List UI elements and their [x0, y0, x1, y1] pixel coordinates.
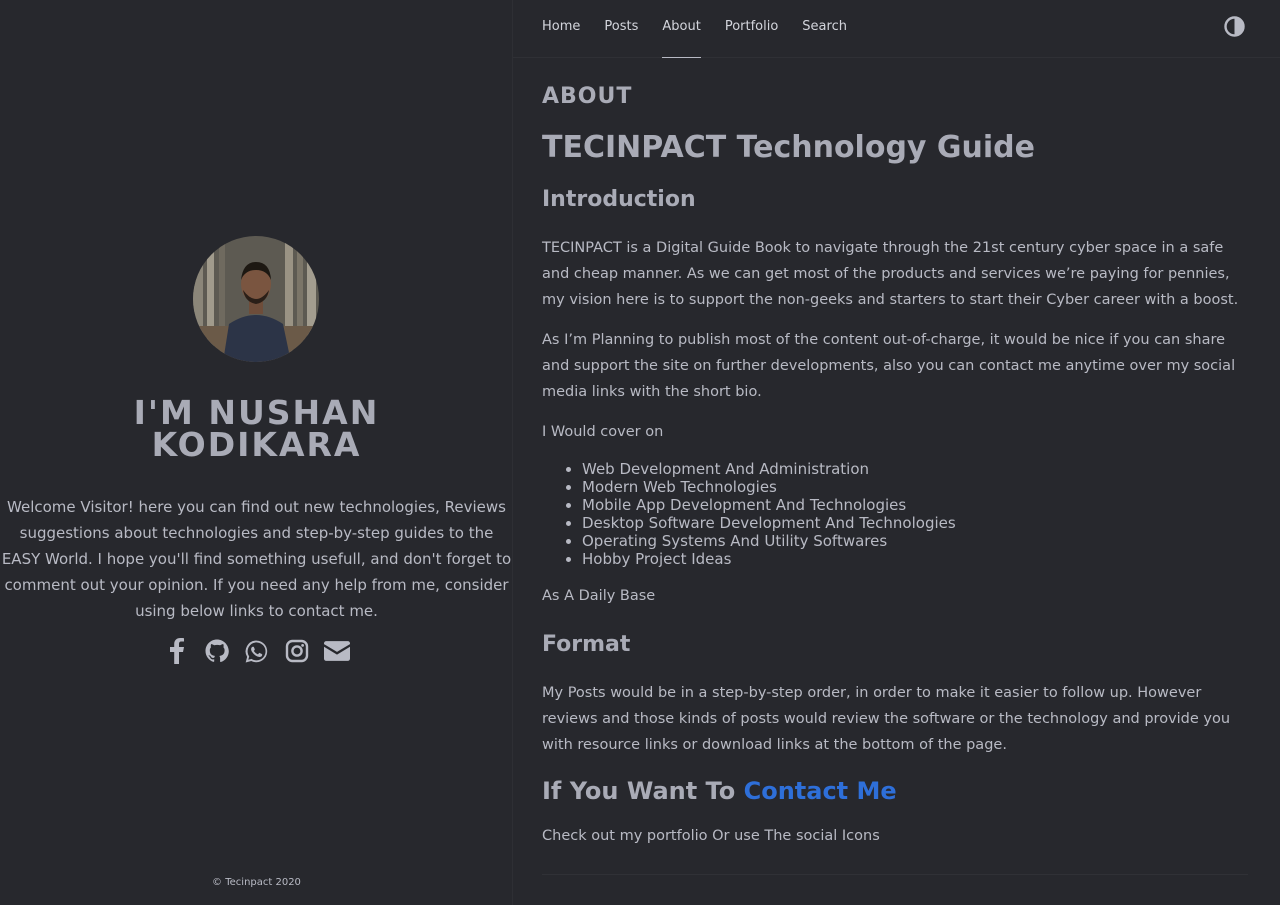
list-item: Desktop Software Development And Technol…: [582, 514, 956, 532]
facebook-icon[interactable]: [164, 637, 190, 665]
top-navigation: Home Posts About Portfolio Search: [513, 0, 1280, 58]
nav-item-search[interactable]: Search: [802, 0, 847, 58]
whatsapp-icon[interactable]: [244, 637, 270, 665]
avatar: [193, 236, 319, 362]
list-item: Mobile App Development And Technologies: [582, 496, 956, 514]
intro-paragraph-2: As I’m Planning to publish most of the c…: [542, 332, 1236, 400]
list-item: Hobby Project Ideas: [582, 550, 956, 568]
content-divider: [542, 874, 1248, 875]
list-item: Modern Web Technologies: [582, 478, 956, 496]
format-paragraph: My Posts would be in a step-by-step orde…: [542, 685, 1231, 753]
profile-name-line2: KODIKARA: [151, 425, 362, 464]
format-heading: Format: [542, 632, 631, 657]
page: I'M NUSHAN KODIKARA Welcome Visitor! her…: [0, 0, 1280, 905]
contrast-icon[interactable]: [1224, 16, 1245, 37]
social-links: [0, 637, 513, 665]
list-item: Web Development And Administration: [582, 460, 956, 478]
github-icon[interactable]: [204, 637, 230, 665]
copyright-text: © Tecinpact 2020: [212, 877, 301, 888]
profile-sidebar: I'M NUSHAN KODIKARA Welcome Visitor! her…: [0, 0, 513, 905]
nav-menu: Home Posts About Portfolio Search: [542, 0, 871, 58]
introduction-heading: Introduction: [542, 187, 696, 212]
welcome-text: Welcome Visitor! here you can find out n…: [1, 498, 512, 620]
nav-item-home[interactable]: Home: [542, 0, 580, 58]
instagram-icon[interactable]: [284, 637, 310, 665]
cover-intro-text: I Would cover on: [542, 424, 664, 440]
nav-item-portfolio[interactable]: Portfolio: [725, 0, 778, 58]
list-item: Operating Systems And Utility Softwares: [582, 532, 956, 550]
intro-paragraph-1: TECINPACT is a Digital Guide Book to nav…: [542, 240, 1239, 308]
contact-heading-text: If You Want To: [542, 777, 744, 805]
page-title: TECINPACT Technology Guide: [542, 130, 1036, 165]
envelope-icon[interactable]: [323, 637, 350, 665]
nav-item-posts[interactable]: Posts: [604, 0, 638, 58]
cover-list: Web Development And Administration Moder…: [582, 460, 956, 568]
contact-me-link[interactable]: Contact Me: [744, 777, 897, 805]
daily-base-text: As A Daily Base: [542, 588, 656, 604]
contact-heading: If You Want To Contact Me: [542, 777, 897, 805]
profile-name: I'M NUSHAN KODIKARA: [0, 396, 513, 464]
page-label: ABOUT: [542, 84, 633, 109]
contact-paragraph: Check out my portfolio Or use The social…: [542, 828, 880, 844]
nav-item-about[interactable]: About: [662, 0, 702, 58]
